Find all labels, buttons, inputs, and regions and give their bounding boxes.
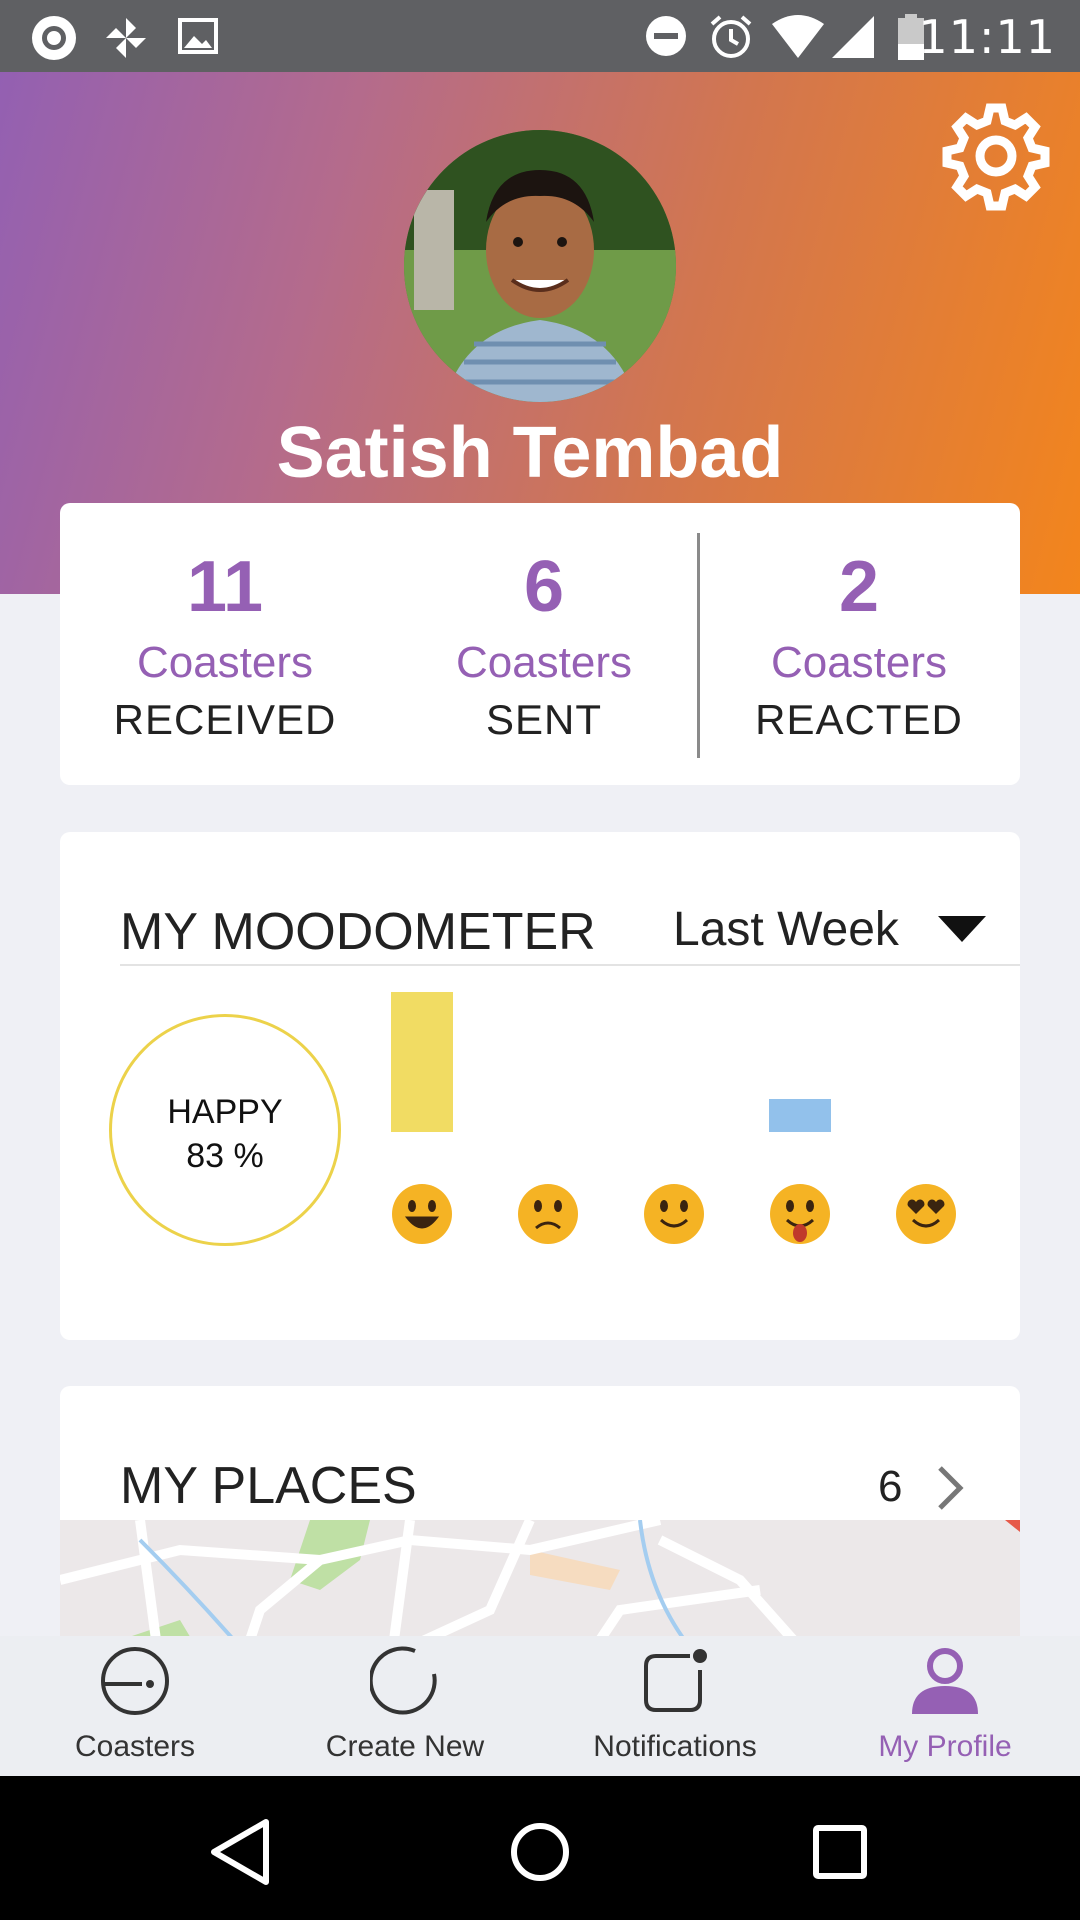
home-icon[interactable] (500, 1812, 580, 1892)
places-map[interactable] (60, 1520, 1020, 1636)
moodometer-title: MY MOODOMETER (120, 903, 596, 961)
mood-summary-ring: HAPPY 83 % (109, 1014, 341, 1246)
emoji-tongue-out-icon[interactable] (770, 1184, 830, 1244)
stat-reacted[interactable]: 2 Coasters REACTED (709, 543, 1009, 749)
user-icon (912, 1648, 978, 1714)
emoji-sad-icon[interactable] (518, 1184, 578, 1244)
nav-label: My Profile (878, 1730, 1012, 1763)
profile-photo (404, 130, 676, 402)
period-select[interactable]: Last Week (673, 902, 899, 957)
system-nav-bar (0, 1776, 1080, 1920)
nav-notifications[interactable]: Notifications (540, 1636, 810, 1776)
recents-icon[interactable] (800, 1812, 880, 1892)
mood-bar-happy (391, 992, 453, 1132)
emoji-smile-icon[interactable] (644, 1184, 704, 1244)
coaster-icon (101, 1647, 169, 1715)
emoji-love-icon[interactable] (896, 1184, 956, 1244)
places-count: 6 (878, 1462, 903, 1511)
bottom-nav: Coasters Create New Notifications My Pro… (0, 1636, 1080, 1776)
mood-bar-tongue-out (769, 1099, 831, 1132)
do-not-disturb-icon (646, 16, 686, 56)
stat-value: 6 (523, 547, 565, 627)
divider (120, 964, 1020, 966)
mood-summary-label: HAPPY (167, 1093, 283, 1131)
nav-coasters[interactable]: Coasters (0, 1636, 270, 1776)
notification-icon (644, 1649, 707, 1712)
emoji-happy-icon[interactable] (392, 1184, 452, 1244)
mood-bar-chart (391, 992, 956, 1244)
nav-create-new[interactable]: Create New (270, 1636, 540, 1776)
stat-label: Coasters (136, 638, 314, 687)
nav-label: Coasters (74, 1730, 196, 1763)
places-title: MY PLACES (120, 1457, 417, 1515)
user-name: Satish Tembad (276, 413, 784, 493)
stat-sublabel: REACTED (755, 696, 963, 743)
back-icon[interactable] (200, 1812, 280, 1892)
places-card[interactable]: MY PLACES 6 (60, 1386, 1020, 1636)
mood-summary-value: 83 % (186, 1137, 264, 1175)
status-bar: 11:11 (0, 0, 1080, 72)
clock: 11:11 (918, 10, 1056, 64)
avatar[interactable] (404, 130, 676, 402)
stat-divider (697, 533, 700, 758)
chevron-right-icon[interactable] (930, 1458, 970, 1518)
stat-label: Coasters (770, 638, 948, 687)
stats-card: 11 Coasters RECEIVED 6 Coasters SENT 2 C… (60, 503, 1020, 785)
stat-sublabel: RECEIVED (113, 696, 337, 743)
gear-icon[interactable] (940, 100, 1052, 212)
create-circle-icon (370, 1646, 437, 1715)
nav-label: Notifications (593, 1730, 757, 1763)
moodometer-card: MY MOODOMETER Last Week HAPPY 83 % (60, 832, 1020, 1340)
signal-icon (832, 16, 874, 58)
caret-down-icon[interactable] (938, 916, 986, 942)
wifi-icon (772, 15, 824, 58)
stat-sent[interactable]: 6 Coasters SENT (394, 543, 694, 749)
alarm-icon (710, 15, 752, 58)
stat-label: Coasters (455, 638, 633, 687)
stat-sublabel: SENT (485, 696, 602, 743)
stat-received[interactable]: 11 Coasters RECEIVED (75, 543, 375, 749)
image-icon (178, 18, 218, 54)
stat-value: 2 (838, 547, 880, 627)
pinwheel-icon (106, 18, 146, 58)
nav-label: Create New (325, 1730, 485, 1763)
nav-my-profile[interactable]: My Profile (810, 1636, 1080, 1776)
app-ring-icon (32, 16, 76, 60)
stat-value: 11 (186, 547, 264, 627)
